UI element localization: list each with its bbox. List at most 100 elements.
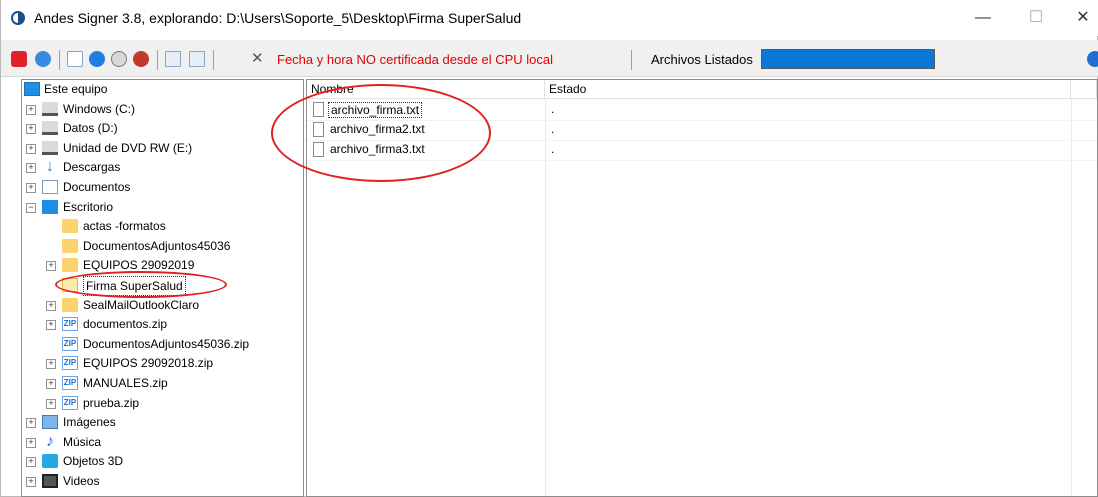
tree-item[interactable]: ZIP DocumentosAdjuntos45036.zip	[22, 335, 302, 354]
tree-item-label: Objetos 3D	[63, 454, 124, 468]
tree-item-label: MANUALES.zip	[83, 376, 168, 390]
info-icon[interactable]	[1087, 51, 1098, 67]
list-view-icon[interactable]	[165, 51, 181, 67]
tree-item[interactable]: + Unidad de DVD RW (E:)	[22, 139, 302, 158]
tree-item[interactable]: + Documentos	[22, 178, 302, 197]
expand-toggle-icon[interactable]: +	[46, 379, 56, 389]
pictures-icon	[42, 415, 58, 429]
file-status: .	[551, 142, 555, 156]
title-bar: Andes Signer 3.8, explorando: D:\Users\S…	[1, 0, 1098, 36]
document-icon	[42, 180, 58, 194]
tree-item-label: Imágenes	[63, 415, 116, 429]
app-window: Andes Signer 3.8, explorando: D:\Users\S…	[0, 0, 1098, 497]
zip-icon: ZIP	[62, 396, 78, 410]
tree-item[interactable]: + ZIP MANUALES.zip	[22, 374, 302, 393]
tree-item-label: Música	[63, 435, 102, 449]
tree-item[interactable]: + Imágenes	[22, 413, 302, 432]
tree-item-label: Unidad de DVD RW (E:)	[63, 141, 193, 155]
objects3d-icon	[42, 454, 58, 468]
tree-item[interactable]: + ♪ Música	[22, 433, 302, 452]
file-status: .	[551, 122, 555, 136]
computer-icon	[24, 82, 40, 96]
expand-toggle-icon[interactable]: +	[46, 399, 56, 409]
globe-icon[interactable]	[133, 51, 149, 67]
check-icon[interactable]	[67, 51, 83, 67]
toolbar-separator	[59, 50, 60, 70]
folder-icon	[62, 219, 78, 233]
expand-toggle-icon[interactable]: +	[26, 183, 36, 193]
file-status: .	[551, 102, 555, 116]
expand-toggle-icon[interactable]: +	[26, 438, 36, 448]
refresh-icon[interactable]	[35, 51, 51, 67]
tree-item-label: prueba.zip	[83, 396, 140, 410]
folder-icon	[62, 239, 78, 253]
tree-item[interactable]: + ↓ Descargas	[22, 158, 302, 177]
tree-item-label: Documentos	[63, 180, 131, 194]
tree-item-label: documentos.zip	[83, 317, 168, 331]
tree-item[interactable]: + Windows (C:)	[22, 100, 302, 119]
expand-toggle-icon[interactable]: +	[46, 301, 56, 311]
zip-icon: ZIP	[62, 376, 78, 390]
tree-item-label: Este equipo	[44, 82, 108, 96]
collapse-toggle-icon[interactable]: −	[26, 203, 36, 213]
tree-item[interactable]: actas -formatos	[22, 217, 302, 236]
tree-item[interactable]: + ZIP EQUIPOS 29092018.zip	[22, 354, 302, 373]
annotation-circle-folder	[55, 271, 227, 298]
stop-icon[interactable]	[11, 51, 27, 67]
tree-item[interactable]: DocumentosAdjuntos45036	[22, 237, 302, 256]
tree-item[interactable]: + Datos (D:)	[22, 119, 302, 138]
desktop-icon	[42, 200, 58, 214]
expand-toggle-icon[interactable]: +	[26, 124, 36, 134]
expand-toggle-icon[interactable]: +	[26, 144, 36, 154]
tree-item-label: DocumentosAdjuntos45036.zip	[83, 337, 250, 351]
tree-item[interactable]: + Objetos 3D	[22, 452, 302, 471]
tree-item[interactable]: − Escritorio	[22, 198, 302, 217]
download-icon: ↓	[46, 158, 54, 175]
tree-item-label: actas -formatos	[83, 219, 166, 233]
tree-item-label: SealMailOutlookClaro	[83, 298, 200, 312]
tree-item-label: Descargas	[63, 160, 121, 174]
expand-toggle-icon[interactable]: +	[26, 477, 36, 487]
minimize-button[interactable]: —	[963, 6, 1003, 30]
folder-icon	[62, 298, 78, 312]
music-icon: ♪	[46, 433, 54, 450]
tree-item-label: Windows (C:)	[63, 102, 136, 116]
column-header-empty	[1071, 80, 1097, 98]
clock-icon[interactable]	[111, 51, 127, 67]
tree-item-label: Datos (D:)	[63, 121, 118, 135]
expand-toggle-icon[interactable]: +	[46, 261, 56, 271]
tree-item-label: Escritorio	[63, 200, 114, 214]
expand-toggle-icon[interactable]: +	[26, 457, 36, 467]
expand-toggle-icon[interactable]: +	[26, 105, 36, 115]
tools-icon[interactable]: ✕	[251, 51, 267, 67]
toolbar-separator	[213, 50, 214, 70]
column-header-status[interactable]: Estado	[545, 80, 1071, 98]
app-logo-icon	[11, 11, 25, 25]
toolbar-separator	[631, 50, 632, 70]
drive-icon	[42, 121, 58, 135]
grid-view-icon[interactable]	[189, 51, 205, 67]
zip-icon: ZIP	[62, 337, 78, 351]
timestamp-warning: Fecha y hora NO certificada desde el CPU…	[277, 52, 554, 67]
folder-icon	[62, 258, 78, 272]
tree-item[interactable]: + SealMailOutlookClaro	[22, 296, 302, 315]
files-listed-progress	[761, 49, 935, 69]
tree-item[interactable]: + ZIP prueba.zip	[22, 394, 302, 413]
tree-item[interactable]: + ZIP documentos.zip	[22, 315, 302, 334]
tree-item[interactable]: + Videos	[22, 472, 302, 491]
expand-toggle-icon[interactable]: +	[46, 320, 56, 330]
close-button[interactable]: ✕	[1063, 6, 1098, 30]
expand-toggle-icon[interactable]: +	[46, 359, 56, 369]
expand-toggle-icon[interactable]: +	[26, 418, 36, 428]
drive-icon	[42, 102, 58, 116]
tree-item-label: Videos	[63, 474, 100, 488]
tree-item-root[interactable]: Este equipo	[22, 80, 302, 99]
annotation-circle-files	[271, 84, 491, 182]
expand-toggle-icon[interactable]: +	[26, 163, 36, 173]
dvd-icon	[42, 141, 58, 155]
maximize-button[interactable]: ☐	[1016, 6, 1056, 30]
verify-icon[interactable]	[89, 51, 105, 67]
files-listed-label: Archivos Listados	[651, 52, 753, 67]
tree-item-label: DocumentosAdjuntos45036	[83, 239, 231, 253]
toolbar: ✕ Fecha y hora NO certificada desde el C…	[1, 40, 1098, 77]
